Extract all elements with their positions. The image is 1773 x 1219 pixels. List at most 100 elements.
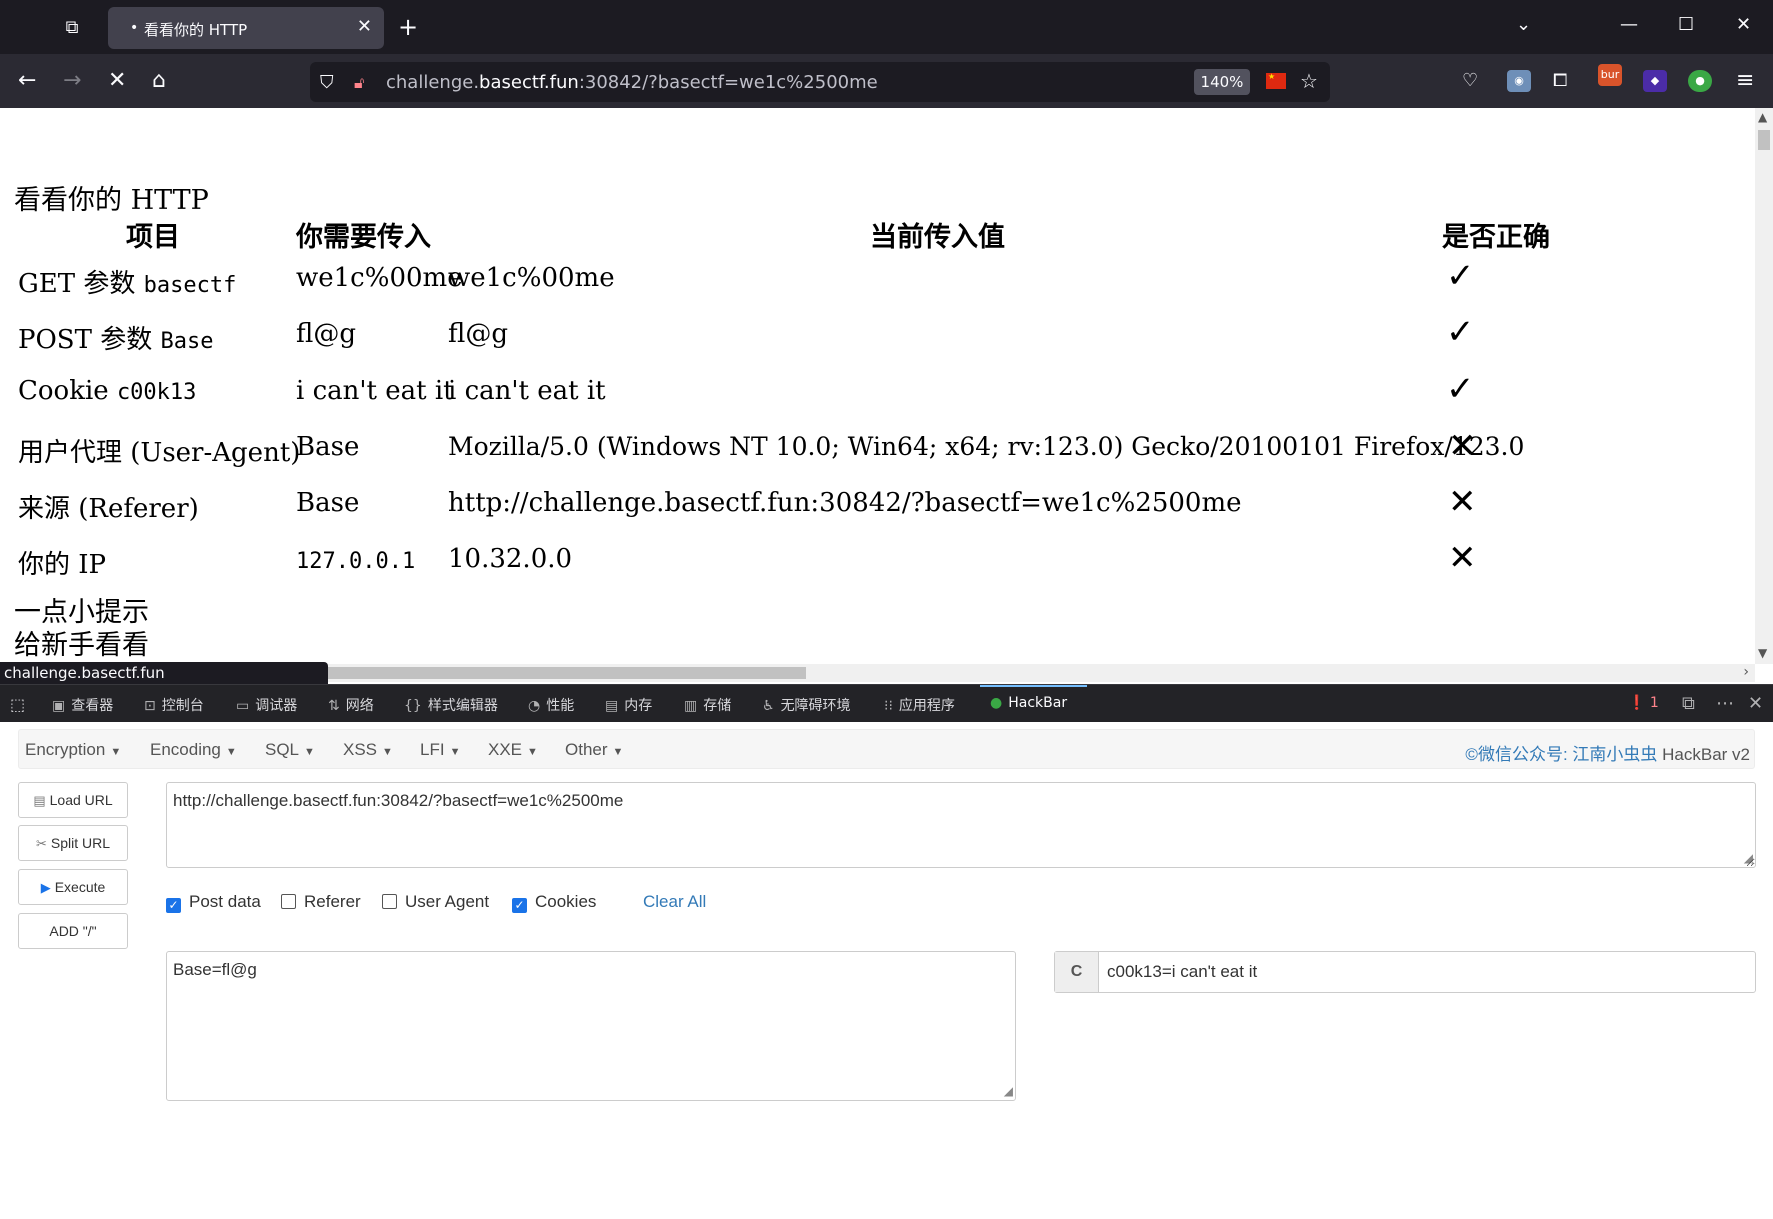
row-item: GET 参数 [18, 269, 136, 299]
active-tab[interactable]: • 看看你的 HTTP ✕ [108, 7, 384, 49]
row-need: Base [296, 432, 360, 462]
url-textarea[interactable]: http://challenge.basectf.fun:30842/?base… [166, 782, 1756, 868]
tab-debugger[interactable]: ▭ 调试器 [236, 695, 297, 715]
referer-checkbox[interactable]: Referer [281, 892, 361, 912]
china-flag-icon[interactable]: ★ [1266, 73, 1286, 89]
extensions-icon[interactable]: ⧠ [1553, 68, 1567, 94]
page-content: 看看你的 HTTP 项目 你需要传入 当前传入值 是否正确 GET 参数 bas… [0, 108, 1755, 664]
purple-extension-icon[interactable]: ◆ [1643, 70, 1667, 92]
url-text[interactable]: challenge.basectf.fun:30842/?basectf=we1… [386, 72, 878, 93]
horizontal-scrollbar[interactable]: › [328, 664, 1755, 682]
devtools-toolbar: ⬚ ▣ 查看器 ⊡ 控制台 ▭ 调试器 ⇅ 网络 {} 样式编辑器 ◔ 性能 ▤ 内存 ▥ 存储… [0, 684, 1773, 722]
tab-inspector[interactable]: ▣ 查看器 [52, 695, 113, 715]
list-all-tabs-icon[interactable]: ⌄ [1516, 14, 1531, 35]
stop-icon[interactable]: ✕ [108, 68, 126, 94]
clear-all-link[interactable]: Clear All [643, 892, 706, 912]
forward-icon[interactable]: → [63, 68, 81, 94]
minimize-icon[interactable]: — [1620, 14, 1638, 35]
table-row: Cookie c00k13 [18, 376, 196, 406]
menu-encoding[interactable]: Encoding ▼ [150, 740, 237, 760]
close-devtools-icon[interactable]: ✕ [1748, 693, 1763, 714]
menu-lfi[interactable]: LFI ▼ [420, 740, 460, 760]
load-url-button[interactable]: ▤ Load URL [18, 782, 128, 818]
tab-application[interactable]: ⁝⁝ 应用程序 [884, 695, 955, 715]
shield-icon[interactable]: ⛉ [320, 70, 334, 96]
caret-down-icon: ▼ [612, 746, 624, 758]
add-slash-button[interactable]: ADD "/" [18, 913, 128, 949]
error-count-badge[interactable]: ❗ 1 [1628, 695, 1659, 711]
element-picker-icon[interactable]: ⬚ [10, 695, 25, 714]
more-options-icon[interactable]: ⋯ [1716, 693, 1734, 714]
maximize-icon[interactable]: ☐ [1678, 14, 1694, 35]
split-url-button[interactable]: ✂ Split URL [18, 825, 128, 861]
tab-list-icon[interactable]: ⧉ [58, 14, 86, 42]
scroll-down-icon[interactable]: ▼ [1758, 646, 1767, 660]
table-row: 用户代理 (User-Agent) [18, 432, 300, 469]
post-data-textarea[interactable]: Base=fl@g ◢ [166, 951, 1016, 1101]
resize-grip-icon[interactable]: ◢ [1744, 851, 1753, 865]
status-url: challenge.basectf.fun [0, 662, 328, 684]
cross-icon: ✕ [1448, 482, 1477, 522]
performance-icon: ◔ [528, 698, 541, 714]
cookie-label: C [1055, 952, 1099, 992]
tab-hackbar[interactable]: ● HackBar [990, 695, 1067, 711]
menu-other[interactable]: Other ▼ [565, 740, 623, 760]
burp-extension-icon[interactable]: bur [1598, 64, 1622, 86]
scroll-right-icon[interactable]: › [1743, 664, 1749, 680]
home-icon[interactable]: ⌂ [152, 68, 166, 94]
green-toggle-extension-icon[interactable]: ● [1688, 70, 1712, 92]
row-item: 来源 (Referer) [18, 494, 199, 524]
row-current: Mozilla/5.0 (Windows NT 10.0; Win64; x64… [448, 432, 1525, 461]
active-tab-indicator [980, 685, 1087, 687]
menu-encryption[interactable]: Encryption ▼ [25, 740, 121, 760]
back-icon[interactable]: ← [18, 68, 36, 94]
tab-storage[interactable]: ▥ 存储 [684, 695, 731, 715]
execute-button[interactable]: ▶ Execute [18, 869, 128, 905]
tab-title: 看看你的 HTTP [144, 21, 248, 39]
globe-extension-icon[interactable]: ◉ [1507, 70, 1531, 92]
cookie-input-group: C c00k13=i can't eat it [1054, 951, 1756, 993]
tab-network[interactable]: ⇅ 网络 [328, 695, 374, 715]
table-row: 你的 IP [18, 544, 106, 581]
row-item: 你的 IP [18, 550, 107, 580]
menu-xss[interactable]: XSS ▼ [343, 740, 393, 760]
tab-console[interactable]: ⊡ 控制台 [144, 695, 204, 715]
scroll-up-icon[interactable]: ▲ [1758, 110, 1767, 124]
zoom-indicator[interactable]: 140% [1194, 69, 1250, 95]
row-current: fl@g [448, 319, 508, 349]
header-current: 当前传入值 [870, 222, 1005, 253]
bookmark-star-icon[interactable]: ☆ [1300, 68, 1318, 94]
checkbox-checked-icon: ✓ [166, 898, 181, 913]
cross-icon: ✕ [1448, 538, 1477, 578]
cookie-input[interactable]: c00k13=i can't eat it [1107, 962, 1257, 982]
insecure-lock-icon[interactable]: 🔓︎ [354, 70, 364, 96]
close-tab-icon[interactable]: ✕ [357, 16, 372, 37]
tab-memory[interactable]: ▤ 内存 [605, 695, 652, 715]
tab-accessibility[interactable]: ♿︎ 无障碍环境 [762, 695, 851, 715]
cookies-checkbox[interactable]: ✓ Cookies [512, 892, 596, 913]
pocket-icon[interactable]: ♡ [1462, 68, 1478, 94]
dock-side-icon[interactable]: ⧉ [1682, 693, 1695, 714]
menu-icon[interactable]: ≡ [1736, 68, 1754, 94]
check-icon: ✓ [1446, 256, 1475, 296]
url-bar[interactable]: ⛉ 🔓︎ challenge.basectf.fun:30842/?basect… [310, 62, 1330, 102]
user-agent-checkbox[interactable]: User Agent [382, 892, 489, 912]
caret-down-icon: ▼ [449, 746, 461, 758]
menu-sql[interactable]: SQL ▼ [265, 740, 315, 760]
scroll-thumb[interactable] [328, 667, 806, 679]
caret-down-icon: ▼ [304, 746, 315, 758]
caret-down-icon: ▼ [527, 746, 538, 758]
new-tab-icon[interactable]: + [398, 13, 418, 41]
brand-link[interactable]: ©微信公众号: 江南小虫虫 [1465, 745, 1657, 764]
tab-style-editor[interactable]: {} 样式编辑器 [404, 695, 498, 715]
caret-down-icon: ▼ [382, 746, 393, 758]
resize-grip-icon[interactable]: ◢ [1004, 1084, 1013, 1098]
menu-xxe[interactable]: XXE ▼ [488, 740, 538, 760]
post-data-checkbox[interactable]: ✓ Post data [166, 892, 261, 913]
cross-icon: ✕ [1448, 426, 1477, 466]
close-window-icon[interactable]: ✕ [1736, 14, 1751, 35]
tab-performance[interactable]: ◔ 性能 [528, 695, 574, 715]
vertical-scrollbar[interactable]: ▲ ▼ [1755, 108, 1773, 664]
scroll-thumb[interactable] [1758, 130, 1770, 150]
row-current: 10.32.0.0 [448, 544, 573, 574]
